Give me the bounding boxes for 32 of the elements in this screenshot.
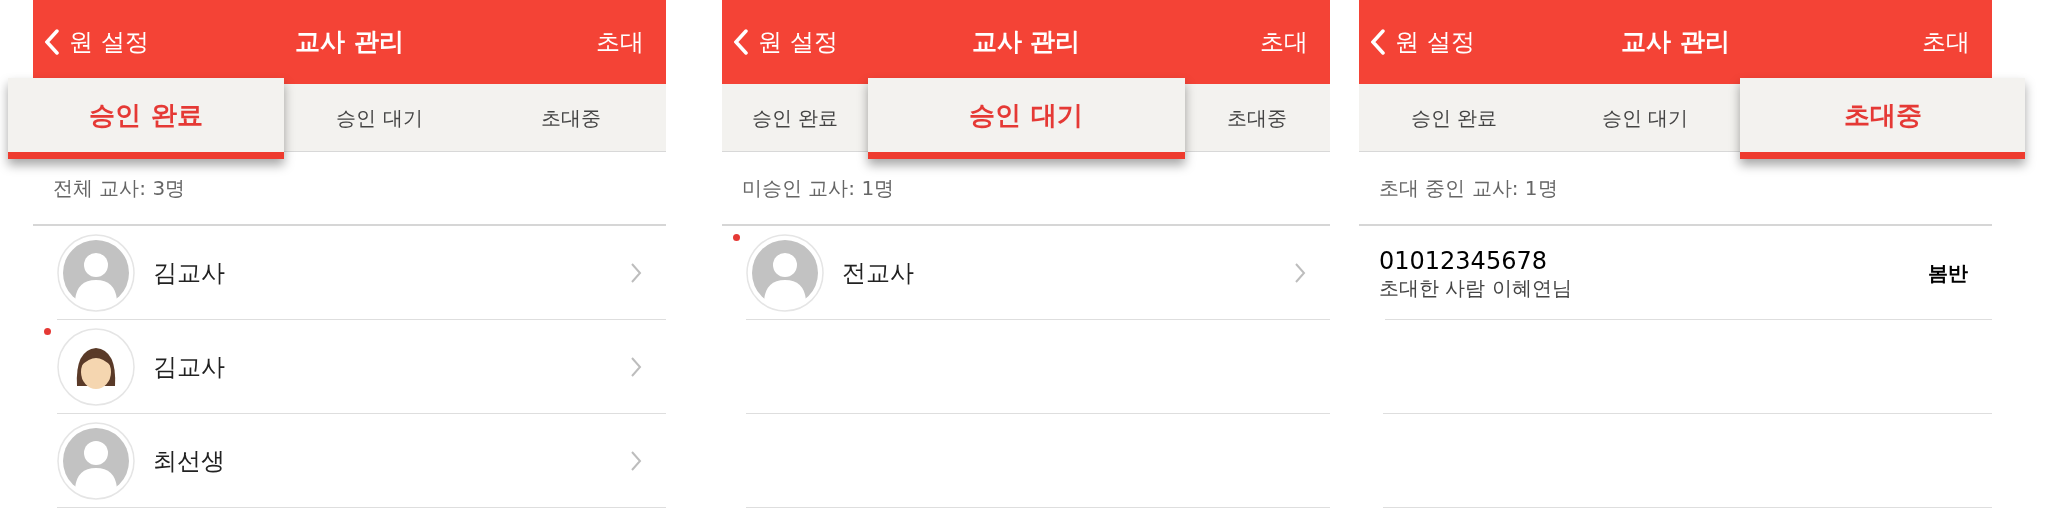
invite-button[interactable]: 초대 xyxy=(474,24,654,60)
teacher-name: 전교사 xyxy=(842,258,915,289)
tab[interactable]: 승인 완료 xyxy=(8,78,284,159)
tab[interactable]: 승인 완료 xyxy=(722,84,868,151)
teacher-name: 최선생 xyxy=(153,446,226,477)
phone-number: 01012345678 xyxy=(1379,245,1548,276)
chevron-right-icon xyxy=(630,262,642,284)
tab[interactable]: 승인 완료 xyxy=(1359,84,1550,151)
back-button[interactable]: 원 설정 xyxy=(1371,24,1551,60)
tab[interactable]: 초대중 xyxy=(1740,78,2025,159)
back-button[interactable]: 원 설정 xyxy=(734,24,914,60)
back-icon xyxy=(45,29,59,55)
screen-title: 교사 관리 xyxy=(295,26,404,59)
teacher-name: 김교사 xyxy=(153,258,226,289)
back-button[interactable]: 원 설정 xyxy=(45,24,225,60)
tab[interactable]: 승인 대기 xyxy=(867,78,1185,159)
tab[interactable]: 승인 대기 xyxy=(1549,84,1740,151)
tab[interactable]: 초대중 xyxy=(1184,84,1330,151)
screen-title: 교사 관리 xyxy=(971,26,1081,59)
back-icon xyxy=(734,29,748,55)
chevron-right-icon xyxy=(1294,262,1306,284)
teacher-name: 김교사 xyxy=(153,352,226,383)
chevron-right-icon xyxy=(630,356,642,378)
class-name: 봄반 xyxy=(1928,260,1968,287)
invite-button[interactable]: 초대 xyxy=(1800,24,1980,60)
invite-button[interactable]: 초대 xyxy=(1138,24,1318,60)
tab[interactable]: 승인 대기 xyxy=(284,84,475,151)
tab[interactable]: 초대중 xyxy=(475,84,666,151)
back-icon xyxy=(1371,29,1385,55)
inviter-text: 초대한 사람 이혜연님 xyxy=(1379,275,1573,301)
chevron-right-icon xyxy=(630,450,642,472)
screen-title: 교사 관리 xyxy=(1621,26,1730,59)
